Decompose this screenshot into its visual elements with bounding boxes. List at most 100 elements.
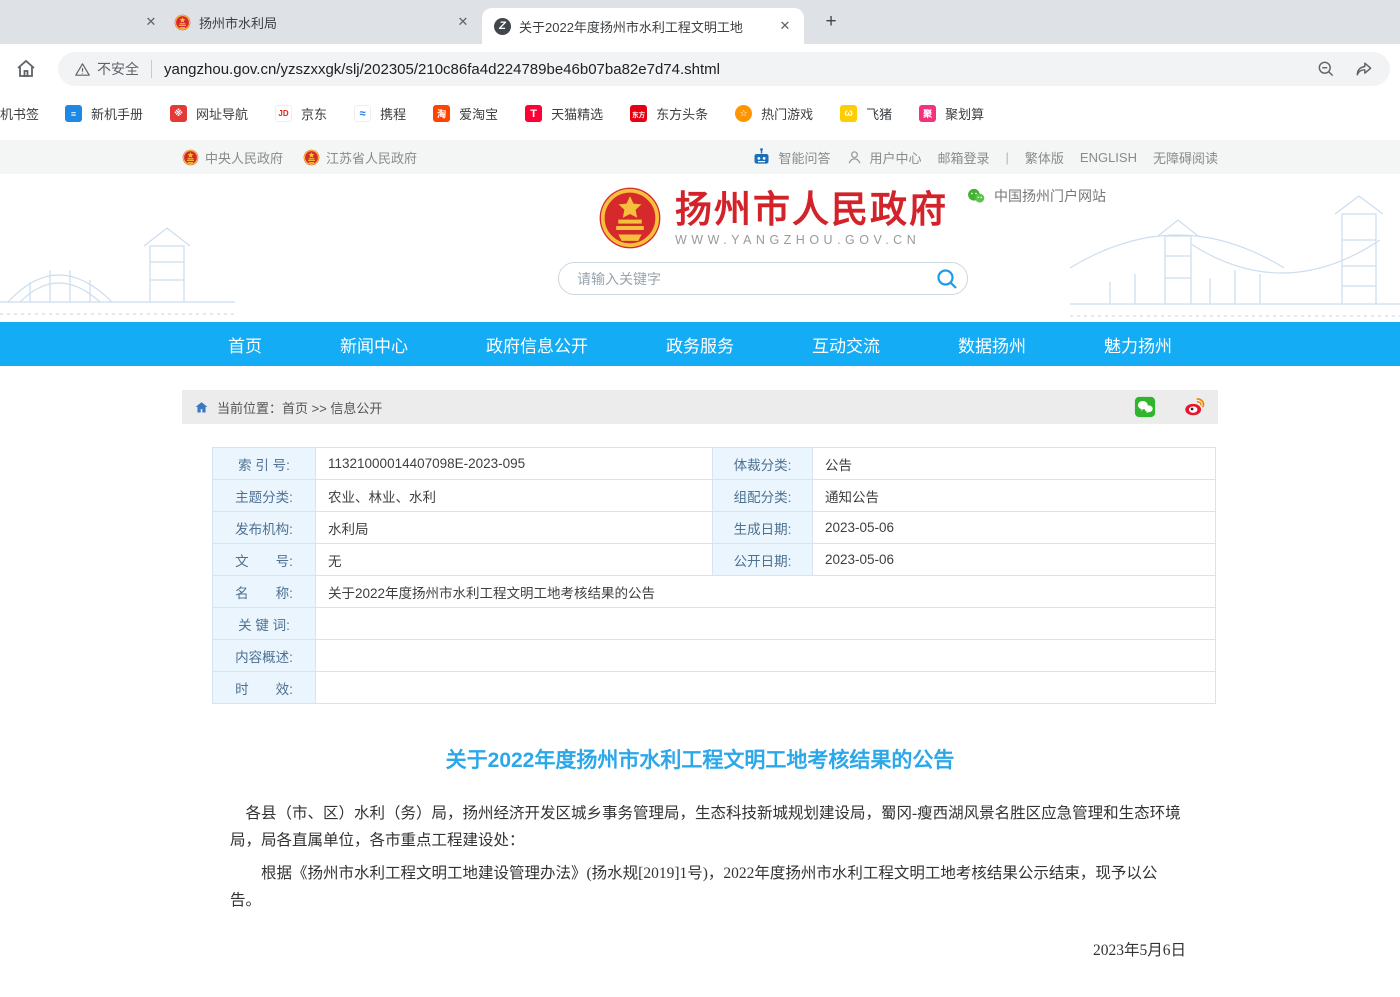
bookmark-jd[interactable]: JD京东	[275, 104, 327, 123]
table-row: 主题分类: 农业、林业、水利 组配分类: 通知公告	[213, 480, 1216, 512]
document-meta-table: 索 引 号: 11321000014407098E-2023-095 体裁分类:…	[212, 447, 1216, 704]
site-search	[558, 262, 968, 295]
site-logo[interactable]: 扬州市人民政府 WWW.YANGZHOU.GOV.CN	[598, 186, 948, 250]
meta-value: 2023-05-06	[825, 552, 894, 567]
ctrip-icon: ≈	[354, 105, 371, 122]
meta-label: 体裁分类:	[734, 458, 792, 473]
close-icon[interactable]: ✕	[452, 11, 474, 33]
table-row: 索 引 号: 11321000014407098E-2023-095 体裁分类:…	[213, 448, 1216, 480]
url-omnibox[interactable]: 不安全 yangzhou.gov.cn/yzszxxgk/slj/202305/…	[58, 52, 1390, 86]
new-tab-button[interactable]: +	[818, 9, 844, 35]
meta-label: 组配分类:	[734, 490, 792, 505]
meta-label: 发布机构:	[235, 522, 293, 537]
table-row: 关 键 词:	[213, 608, 1216, 640]
bookmark-cut[interactable]: 机书签	[0, 104, 39, 123]
smart-qa-link[interactable]: 智能问答	[751, 147, 830, 168]
share-icon[interactable]	[1354, 59, 1374, 79]
decorative-bridge-sketch-right	[1070, 184, 1400, 322]
portal-badge[interactable]: 中国扬州门户网站	[966, 186, 1106, 206]
meta-value: 公告	[825, 458, 852, 473]
security-status-label[interactable]: 不安全	[97, 59, 139, 79]
search-input[interactable]	[577, 271, 935, 287]
weibo-share-icon[interactable]	[1184, 396, 1206, 418]
meta-value: 通知公告	[825, 490, 879, 505]
emblem-icon	[303, 149, 320, 166]
bookmark-juhuasuan[interactable]: 聚聚划算	[919, 104, 984, 123]
robot-icon	[751, 147, 772, 168]
emblem-favicon-icon	[174, 14, 191, 31]
meta-value: 2023-05-06	[825, 520, 894, 535]
not-secure-warning-icon	[74, 61, 91, 78]
traditional-version-link[interactable]: 繁体版	[1025, 148, 1064, 167]
tab-active-announcement[interactable]: Z 关于2022年度扬州市水利工程文明工地 ✕	[482, 8, 804, 44]
accessibility-link[interactable]: 无障碍阅读	[1153, 148, 1218, 167]
bookmark-ctrip[interactable]: ≈携程	[354, 104, 406, 123]
games-icon: ☆	[735, 105, 752, 122]
nav-item-interaction[interactable]: 互动交流	[812, 332, 880, 357]
breadcrumb-bar: 当前位置：首页 >> 信息公开	[182, 390, 1218, 424]
bookmarks-bar: 机书签 ≡新机手册 ※网址导航 JD京东 ≈携程 淘爱淘宝 T天猫精选 东方东方…	[0, 94, 1400, 133]
meta-value: 水利局	[328, 522, 369, 537]
tmall-icon: T	[525, 105, 542, 122]
site-domain: WWW.YANGZHOU.GOV.CN	[675, 233, 948, 247]
site-title: 扬州市人民政府	[675, 190, 948, 230]
nav-item-charm[interactable]: 魅力扬州	[1104, 332, 1172, 357]
main-nav: 首页 新闻中心 政府信息公开 政务服务 互动交流 数据扬州 魅力扬州	[0, 322, 1400, 366]
bookmark-tmall[interactable]: T天猫精选	[525, 104, 603, 123]
content-container: 当前位置：首页 >> 信息公开 索 引 号: 11321000014407098…	[182, 390, 1218, 997]
site-header: 扬州市人民政府 WWW.YANGZHOU.GOV.CN 中国扬州门户网站	[0, 174, 1400, 322]
link-central-government[interactable]: 中央人民政府	[182, 148, 283, 167]
bookmark-fliggy[interactable]: ω飞猪	[840, 104, 892, 123]
meta-label: 名 称:	[235, 586, 293, 601]
nav-item-info-disclosure[interactable]: 政府信息公开	[486, 332, 588, 357]
tab-title: 关于2022年度扬州市水利工程文明工地	[519, 17, 766, 36]
zoom-out-icon[interactable]	[1316, 59, 1336, 79]
nav-item-services[interactable]: 政务服务	[666, 332, 734, 357]
bookmark-taobao[interactable]: 淘爱淘宝	[433, 104, 498, 123]
article-date: 2023年5月6日	[182, 938, 1186, 960]
nav-item-home[interactable]: 首页	[228, 332, 262, 357]
decorative-bridge-sketch-left	[0, 190, 235, 322]
mail-login-link[interactable]: 邮箱登录	[937, 148, 989, 167]
wechat-icon	[966, 186, 986, 206]
breadcrumb-home-icon[interactable]	[194, 400, 209, 415]
table-row: 名 称: 关于2022年度扬州市水利工程文明工地考核结果的公告	[213, 576, 1216, 608]
article-paragraph: 根据《扬州市水利工程文明工地建设管理办法》(扬水规[2019]1号)，2022年…	[230, 860, 1184, 914]
meta-label: 内容概述:	[235, 650, 293, 665]
meta-label: 关 键 词:	[238, 618, 290, 633]
bookmark-manual[interactable]: ≡新机手册	[65, 104, 143, 123]
user-center-link[interactable]: 用户中心	[846, 148, 921, 167]
nav-item-news[interactable]: 新闻中心	[340, 332, 408, 357]
meta-label: 主题分类:	[235, 490, 293, 505]
bookmark-eastday[interactable]: 东方东方头条	[630, 104, 708, 123]
meta-value: 无	[328, 554, 342, 569]
article-title: 关于2022年度扬州市水利工程文明工地考核结果的公告	[182, 744, 1218, 774]
utility-divider: |	[1006, 150, 1009, 165]
nav-site-icon: ※	[170, 105, 187, 122]
omnibox-divider	[151, 60, 152, 78]
bookmark-games[interactable]: ☆热门游戏	[735, 104, 813, 123]
browser-tab-bar: ✕ 扬州市水利局 ✕ Z 关于2022年度扬州市水利工程文明工地 ✕ +	[0, 0, 1400, 44]
user-icon	[846, 149, 863, 166]
address-bar: 不安全 yangzhou.gov.cn/yzszxxgk/slj/202305/…	[0, 44, 1400, 94]
link-jiangsu-government[interactable]: 江苏省人民政府	[303, 148, 417, 167]
home-icon[interactable]	[14, 57, 38, 81]
table-row: 发布机构: 水利局 生成日期: 2023-05-06	[213, 512, 1216, 544]
bookmark-nav-site[interactable]: ※网址导航	[170, 104, 248, 123]
jd-icon: JD	[275, 105, 292, 122]
manual-icon: ≡	[65, 105, 82, 122]
tab-title: 扬州市水利局	[199, 13, 444, 32]
meta-label: 索 引 号:	[238, 458, 290, 473]
wechat-share-icon[interactable]	[1134, 396, 1156, 418]
close-icon[interactable]: ✕	[140, 11, 162, 33]
nav-item-data[interactable]: 数据扬州	[958, 332, 1026, 357]
english-version-link[interactable]: ENGLISH	[1080, 150, 1137, 165]
close-icon[interactable]: ✕	[774, 15, 796, 37]
meta-label: 文 号:	[235, 554, 293, 569]
portal-label: 中国扬州门户网站	[994, 186, 1106, 206]
taobao-icon: 淘	[433, 105, 450, 122]
search-icon[interactable]	[935, 267, 959, 291]
page-url[interactable]: yangzhou.gov.cn/yzszxxgk/slj/202305/210c…	[164, 61, 720, 78]
national-emblem-icon	[598, 186, 662, 250]
tab-yangzhou-water-bureau[interactable]: 扬州市水利局 ✕	[162, 0, 482, 44]
